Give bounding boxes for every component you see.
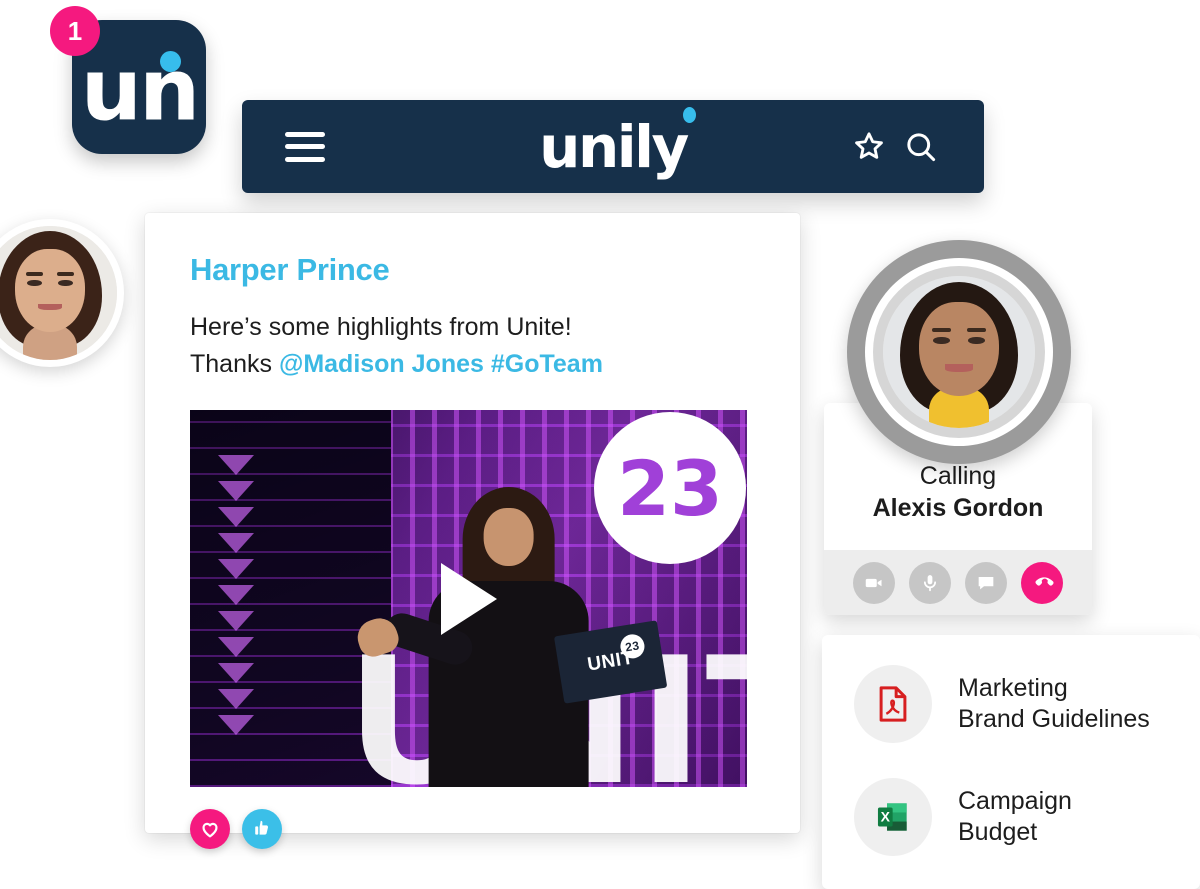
search-icon[interactable] [902,128,940,166]
calling-status-label: Calling [919,462,997,490]
excel-file-icon: X [854,778,932,856]
play-triangle-icon[interactable] [440,562,497,635]
file-name-line-1: Campaign [958,786,1072,815]
file-name: Campaign Budget [958,786,1072,849]
caller-avatar [847,240,1071,464]
file-name-line-2: Budget [958,818,1038,846]
file-name-line-1: Marketing [958,673,1068,702]
chat-bubble-icon[interactable] [965,561,1007,604]
pdf-file-icon [854,665,932,743]
svg-text:X: X [881,808,891,824]
hamburger-bar [285,131,325,137]
post-body-line-1: Here’s some highlights from Unite! [190,313,572,341]
hamburger-bar [285,144,325,149]
year-badge: 23 [594,412,746,564]
backdrop-chevrons [217,455,258,757]
caller-name: Alexis Gordon [872,493,1044,522]
app-icon-logo-text: un [80,40,200,141]
thumbs-up-reaction-button[interactable] [242,809,282,849]
file-list-item[interactable]: X Campaign Budget [854,778,1072,856]
files-card: Marketing Brand Guidelines X Campaign Bu… [822,635,1200,889]
hamburger-menu-icon[interactable] [285,131,325,162]
calling-status: Calling Alexis Gordon [824,461,1092,524]
nav-actions [850,128,940,166]
phone-hangup-icon[interactable] [1021,561,1063,604]
user-avatar[interactable] [0,219,124,367]
post-video-thumbnail[interactable]: UNITE 23 UNIT 23 [190,410,747,787]
app-icon-group[interactable]: un 1 [50,6,206,154]
post-body-text: Here’s some highlights from Unite! Thank… [190,309,770,383]
hamburger-bar [285,156,325,162]
cyan-dot-icon [160,51,181,72]
speaker-figure: UNIT 23 [353,487,668,787]
file-list-item[interactable]: Marketing Brand Guidelines [854,665,1150,743]
caller-avatar-ring-grey [873,266,1045,438]
avatar-photo [0,226,117,360]
nav-logo-text: unily [539,112,689,181]
post-hashtag-link[interactable]: #GoTeam [491,350,603,378]
post-reactions [190,809,282,849]
post-body-line-2-prefix: Thanks [190,349,279,378]
post-mention-link[interactable]: @Madison Jones [279,350,484,378]
social-post-card: Harper Prince Here’s some highlights fro… [145,213,800,849]
caller-avatar-ring-white [865,258,1053,446]
heart-reaction-button[interactable] [190,809,230,849]
logo-dot-icon [683,106,697,123]
post-author-name[interactable]: Harper Prince [190,252,390,288]
notification-badge[interactable]: 1 [50,6,100,56]
top-navigation-bar: unily [242,100,984,193]
file-name: Marketing Brand Guidelines [958,673,1150,736]
composite-canvas: un 1 unily Harper Prince Here’s some hig… [0,0,1200,889]
video-camera-icon[interactable] [853,561,895,604]
speaker-face [483,507,534,566]
microphone-icon[interactable] [909,561,951,604]
call-action-bar [824,550,1092,615]
file-name-line-2: Brand Guidelines [958,705,1150,733]
caller-avatar-photo [883,276,1035,428]
star-outline-icon[interactable] [850,128,888,166]
